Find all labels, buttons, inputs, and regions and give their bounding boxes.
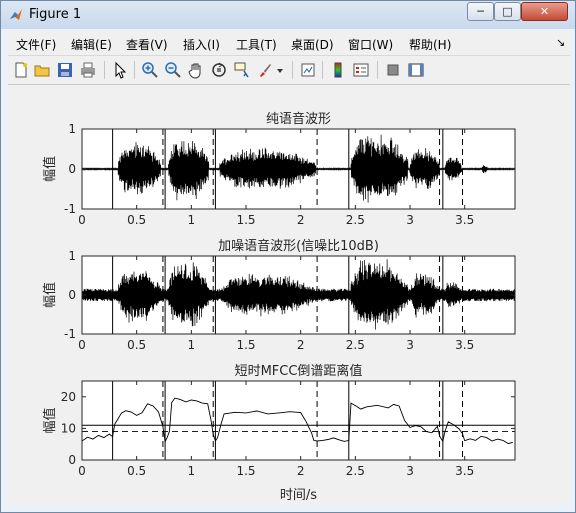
menu-bar: 文件(F) 编辑(E) 查看(V) 插入(I) 工具(T) 桌面(D) 窗口(W… <box>8 31 570 56</box>
brush-icon[interactable] <box>256 61 274 79</box>
y-tick-label: 0 <box>68 453 76 467</box>
title-bar[interactable]: Figure 1 ─ □ ✕ <box>1 1 575 29</box>
legend-icon[interactable] <box>352 61 370 79</box>
x-tick-label: 3 <box>406 338 414 352</box>
x-tick-label: 1.5 <box>236 213 255 227</box>
x-tick-label: 3.5 <box>455 213 474 227</box>
y-tick-label: 1 <box>68 122 76 136</box>
y-tick-label: 0 <box>68 288 76 302</box>
x-tick-label: 0.5 <box>127 464 146 478</box>
y-axis-label: 幅值 <box>42 282 58 308</box>
x-tick-label: 1 <box>188 338 196 352</box>
select-pointer-icon[interactable] <box>111 61 129 79</box>
y-tick-label: 10 <box>61 421 76 435</box>
y-tick-label: -1 <box>64 327 76 341</box>
toolbar-separator <box>134 61 135 79</box>
toolbar-separator <box>292 61 293 79</box>
subplot-title: 短时MFCC倒谱距离值 <box>235 363 363 379</box>
subplot-title: 纯语音波形 <box>266 111 331 127</box>
x-axis-label: 时间/s <box>280 488 317 503</box>
subplot-2: 加噪语音波形(信噪比10dB)幅值0 0.5 1 1.5 2 2.5 3 3.510-1 <box>42 238 516 352</box>
link-plot-icon[interactable] <box>299 61 317 79</box>
close-button[interactable]: ✕ <box>521 2 568 21</box>
zoom-in-icon[interactable] <box>141 61 159 79</box>
x-tick-label: 3 <box>406 213 414 227</box>
x-tick-label: 2 <box>297 213 305 227</box>
brush-dropdown-icon[interactable] <box>275 61 285 79</box>
menu-help[interactable]: 帮助(H) <box>409 36 451 53</box>
rotate-3d-icon[interactable] <box>210 61 228 79</box>
x-tick-label: 2.5 <box>346 213 365 227</box>
window-title: Figure 1 <box>29 7 82 22</box>
x-tick-label: 3.5 <box>455 464 474 478</box>
x-tick-label: 0.5 <box>127 338 146 352</box>
menu-window[interactable]: 窗口(W) <box>348 36 393 53</box>
x-tick-label: 2 <box>297 464 305 478</box>
menu-edit[interactable]: 编辑(E) <box>71 36 112 53</box>
toolbar-separator <box>322 61 323 79</box>
x-tick-label: 1 <box>188 213 196 227</box>
menu-file[interactable]: 文件(F) <box>16 36 56 53</box>
x-tick-label: 1 <box>188 464 196 478</box>
subplot-title: 加噪语音波形(信噪比10dB) <box>218 238 379 254</box>
show-plot-tools-icon[interactable] <box>407 61 425 79</box>
figure-window: Figure 1 ─ □ ✕ 文件(F) 编辑(E) 查看(V) 插入(I) 工… <box>0 0 576 513</box>
x-tick-label: 1.5 <box>236 464 255 478</box>
x-tick-label: 2.5 <box>346 338 365 352</box>
menu-tools[interactable]: 工具(T) <box>236 36 277 53</box>
y-tick-label: -1 <box>64 202 76 216</box>
data-cursor-icon[interactable] <box>233 61 251 79</box>
figure-plot-area: 纯语音波形幅值0 0.5 1 1.5 2 2.5 3 3.510-1加噪语音波形(信噪比10d… <box>42 111 516 503</box>
axes-background <box>82 381 515 460</box>
x-tick-label: 3 <box>406 464 414 478</box>
menu-desktop[interactable]: 桌面(D) <box>291 36 334 53</box>
open-file-icon[interactable] <box>33 61 51 79</box>
x-tick-label: 1.5 <box>236 338 255 352</box>
y-axis-label: 幅值 <box>42 407 58 433</box>
y-tick-label: 20 <box>61 390 76 404</box>
matlab-logo-icon <box>10 9 22 20</box>
x-tick-label: 0 <box>78 213 86 227</box>
colorbar-icon[interactable] <box>329 61 347 79</box>
x-tick-label: 0 <box>78 338 86 352</box>
subplot-1: 纯语音波形幅值0 0.5 1 1.5 2 2.5 3 3.510-1 <box>42 111 516 227</box>
menu-view[interactable]: 查看(V) <box>126 36 168 53</box>
figure-canvas[interactable]: 纯语音波形 幅值 0 0.5 1 1.5 2 2.5 3 3.5 1 0 -1 加噪语音波形(信噪比10d… <box>8 85 570 505</box>
maximize-button[interactable]: □ <box>494 2 521 21</box>
hide-plot-tools-icon[interactable] <box>384 61 402 79</box>
save-icon[interactable] <box>56 61 74 79</box>
menu-dock-arrow[interactable]: ↘ <box>556 36 565 49</box>
x-tick-label: 2.5 <box>346 464 365 478</box>
y-tick-label: 1 <box>68 249 76 263</box>
toolbar-separator <box>377 61 378 79</box>
x-tick-label: 2 <box>297 338 305 352</box>
y-axis-label: 幅值 <box>42 156 58 182</box>
x-tick-label: 0 <box>78 464 86 478</box>
menu-insert[interactable]: 插入(I) <box>183 36 220 53</box>
subplot-3: 短时MFCC倒谱距离值幅值 0 0.5 1 1.5 2 2.5 3 3.5 20 10 0 <box>42 363 516 478</box>
x-tick-label: 0.5 <box>127 213 146 227</box>
toolbar-separator <box>104 61 105 79</box>
print-icon[interactable] <box>79 61 97 79</box>
new-figure-icon[interactable] <box>12 61 30 79</box>
minimize-button[interactable]: ─ <box>467 2 494 21</box>
x-tick-label: 3.5 <box>455 338 474 352</box>
zoom-out-icon[interactable] <box>164 61 182 79</box>
toolbar <box>8 56 570 85</box>
pan-hand-icon[interactable] <box>187 61 205 79</box>
y-tick-label: 0 <box>68 162 76 176</box>
